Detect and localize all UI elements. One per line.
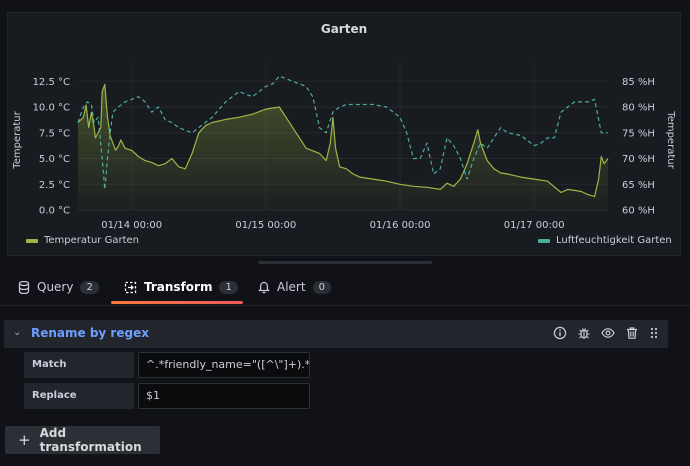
pane-resize-handle[interactable] [258,261,432,264]
y-tick-label: 0.0 °C [39,206,70,217]
debug-icon[interactable] [576,325,592,341]
y-tick-label: 2.5 °C [39,180,70,191]
tab-query-count: 2 [80,280,99,294]
tab-alert[interactable]: Alert 0 [258,268,331,306]
y2-axis-label: Temperatur [665,110,676,169]
y2-tick-label: 75 %H [622,128,655,139]
y2-tick-label: 70 %H [622,154,655,165]
match-input[interactable]: ^.*friendly_name="([^\"]+).* [138,352,310,378]
legend-item-humidity[interactable]: Luftfeuchtigkeit Garten [538,235,672,246]
bell-icon [258,281,270,294]
transformation-title: Rename by regex [31,326,149,340]
transform-editor: ⌄ Rename by regex Match ^.*friendly_name… [0,307,690,466]
add-transformation-label: Add transformation [39,426,142,454]
x-tick-label: 01/16 00:00 [370,220,431,231]
chevron-down-icon[interactable]: ⌄ [13,327,21,338]
database-icon [18,280,30,294]
y-tick-label: 5.0 °C [39,154,70,165]
plus-icon: + [18,431,31,449]
legend-label-humidity: Luftfeuchtigkeit Garten [556,235,672,246]
tab-alert-label: Alert [277,280,306,294]
series-area-temperature [78,84,608,210]
y2-tick-label: 60 %H [622,206,655,217]
legend-swatch-temperature [26,238,38,243]
match-label: Match [24,352,134,378]
legend-label-temperature: Temperatur Garten [44,235,139,246]
x-tick-label: 01/14 00:00 [101,220,162,231]
transform-icon [124,281,137,293]
add-transformation-button[interactable]: + Add transformation [5,426,160,454]
tab-transform-label: Transform [144,280,213,294]
y2-tick-label: 85 %H [622,77,655,88]
eye-icon[interactable] [600,325,616,341]
line-chart: 0.0 °C 2.5 °C 5.0 °C 7.5 °C 10.0 °C 12.5 °C 60… [12,63,676,231]
tab-transform-count: 1 [219,280,238,294]
info-icon[interactable] [552,325,568,341]
transformation-header[interactable]: ⌄ Rename by regex [4,320,668,348]
legend-item-temperature[interactable]: Temperatur Garten [26,235,139,246]
y-tick-label: 7.5 °C [39,128,70,139]
y-tick-label: 12.5 °C [33,77,70,88]
editor-tabs: Query 2 Transform 1 Alert 0 [0,268,690,306]
y2-tick-label: 80 %H [622,103,655,114]
active-tab-indicator [111,301,243,304]
replace-input[interactable]: $1 [138,383,310,409]
y-axis-label: Temperatur [12,110,23,169]
tab-query-label: Query [37,280,74,294]
replace-label: Replace [24,383,134,409]
y-tick-label: 10.0 °C [33,103,70,114]
drag-handle-icon[interactable] [646,325,662,341]
x-tick-label: 01/15 00:00 [235,220,296,231]
tab-alert-count: 0 [312,280,331,294]
graph-panel: Garten 0.0 °C 2.5 °C 5.0 °C 7.5 °C 10.0 °C 12… [7,12,681,256]
trash-icon[interactable] [624,325,640,341]
legend-swatch-humidity [538,238,550,243]
tab-query[interactable]: Query 2 [18,268,99,306]
x-tick-label: 01/17 00:00 [504,220,565,231]
y2-tick-label: 65 %H [622,180,655,191]
